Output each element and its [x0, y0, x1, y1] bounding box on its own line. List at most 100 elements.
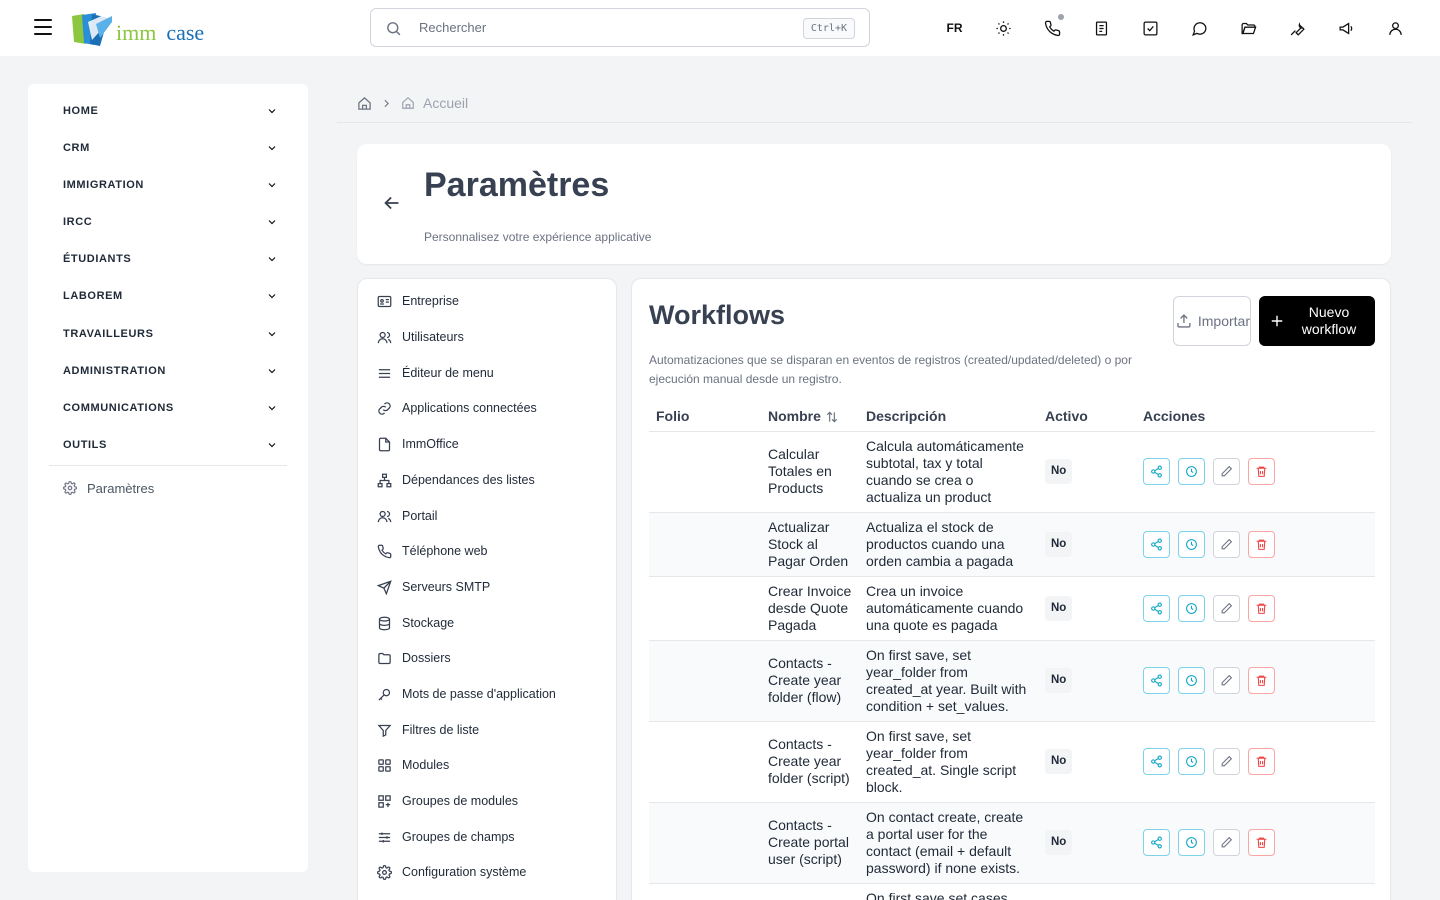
- history-button[interactable]: [1178, 458, 1205, 485]
- nav-item-travailleurs[interactable]: TRAVAILLEURS: [63, 322, 278, 346]
- phone-button[interactable]: [1028, 12, 1077, 44]
- flow-button[interactable]: [1143, 594, 1170, 622]
- settings-item-entreprise[interactable]: Entreprise: [376, 290, 459, 312]
- nav-item-crm[interactable]: CRM: [63, 136, 278, 160]
- nav-item-outils[interactable]: OUTILS: [63, 433, 278, 457]
- nav-item-communications[interactable]: COMMUNICATIONS: [63, 396, 278, 420]
- workflows-title: Workflows: [649, 300, 786, 330]
- settings-item-filtres[interactable]: Filtres de liste: [376, 719, 479, 741]
- table-row[interactable]: Actualizar Stock al Pagar Orden Actualiz…: [649, 512, 1375, 577]
- edit-button[interactable]: [1213, 530, 1240, 558]
- user-menu-button[interactable]: [1371, 12, 1420, 44]
- column-header-folio[interactable]: Folio: [649, 403, 761, 432]
- settings-item-applications[interactable]: Applications connectées: [376, 397, 537, 419]
- nav-item-parametres[interactable]: Paramètres: [63, 477, 154, 499]
- key-icon: [377, 688, 390, 701]
- edit-button[interactable]: [1213, 458, 1240, 485]
- tools-button[interactable]: [1273, 12, 1322, 44]
- workflows-table: Folio Nombre Descripción Activo Acciones…: [649, 403, 1375, 900]
- cell-folio: [649, 512, 761, 577]
- edit-button[interactable]: [1213, 829, 1240, 856]
- nav-item-home[interactable]: HOME: [63, 99, 278, 123]
- nav-item-laborem[interactable]: LABOREM: [63, 284, 278, 308]
- nav-item-ircc[interactable]: IRCC: [63, 210, 278, 234]
- nav-item-immigration[interactable]: IMMIGRATION: [63, 173, 278, 197]
- table-row[interactable]: Contacts - Create year folder (flow) On …: [649, 640, 1375, 722]
- settings-item-utilisateurs[interactable]: Utilisateurs: [376, 326, 464, 348]
- new-workflow-button[interactable]: Nuevo workflow: [1259, 296, 1375, 346]
- edit-button[interactable]: [1213, 667, 1240, 694]
- settings-item-smtp[interactable]: Serveurs SMTP: [376, 576, 490, 598]
- settings-item-groupes-modules[interactable]: Groupes de modules: [376, 790, 518, 812]
- delete-button[interactable]: [1248, 667, 1275, 694]
- cell-descripcion: Crea un invoice automáticamente cuando u…: [859, 576, 1038, 641]
- theme-toggle[interactable]: [979, 12, 1028, 44]
- delete-button[interactable]: [1248, 748, 1275, 775]
- back-arrow-icon[interactable]: [381, 192, 403, 214]
- tasks-button[interactable]: [1126, 12, 1175, 44]
- table-row[interactable]: On first save set cases name from contac…: [649, 883, 1375, 900]
- settings-item-portail[interactable]: Portail: [376, 505, 437, 527]
- chevron-down-icon: [268, 406, 276, 411]
- table-row[interactable]: Contacts - Create year folder (script) O…: [649, 721, 1375, 803]
- history-button[interactable]: [1178, 748, 1205, 775]
- menu-toggle-icon[interactable]: [34, 16, 56, 38]
- search-input[interactable]: [419, 9, 799, 46]
- megaphone-icon: [1339, 21, 1353, 35]
- settings-item-editeur-menu[interactable]: Éditeur de menu: [376, 362, 494, 384]
- nav-label: IMMIGRATION: [63, 179, 144, 191]
- grid-group-icon: [377, 794, 391, 808]
- edit-button[interactable]: [1213, 748, 1240, 775]
- delete-button[interactable]: [1248, 530, 1275, 558]
- delete-button[interactable]: [1248, 829, 1275, 856]
- chevron-down-icon: [268, 294, 276, 299]
- language-switcher[interactable]: FR: [930, 12, 979, 44]
- home-icon[interactable]: [357, 96, 372, 111]
- column-header-activo[interactable]: Activo: [1038, 403, 1136, 432]
- folder-button[interactable]: [1224, 12, 1273, 44]
- settings-item-configuration[interactable]: Configuration système: [376, 861, 526, 883]
- history-button[interactable]: [1178, 829, 1205, 856]
- settings-item-dependances[interactable]: Dépendances des listes: [376, 469, 535, 491]
- settings-item-groupes-champs[interactable]: Groupes de champs: [376, 826, 515, 848]
- settings-item-stockage[interactable]: Stockage: [376, 612, 454, 634]
- cell-activo: [1038, 883, 1136, 900]
- cell-folio: [649, 640, 761, 722]
- sort-icon[interactable]: [825, 410, 839, 424]
- delete-button[interactable]: [1248, 458, 1275, 485]
- settings-item-immoffice[interactable]: ImmOffice: [376, 433, 459, 455]
- chat-button[interactable]: [1175, 12, 1224, 44]
- logo[interactable]: imm case: [70, 10, 204, 46]
- edit-button[interactable]: [1213, 594, 1240, 622]
- flow-button[interactable]: [1143, 530, 1170, 558]
- delete-button[interactable]: [1248, 594, 1275, 622]
- flow-button[interactable]: [1143, 667, 1170, 694]
- history-button[interactable]: [1178, 530, 1205, 558]
- notes-button[interactable]: [1077, 12, 1126, 44]
- settings-item-modules[interactable]: Modules: [376, 754, 449, 776]
- cell-folio: [649, 883, 761, 900]
- table-row[interactable]: Calcular Totales en Products Calcula aut…: [649, 431, 1375, 513]
- home-icon: [402, 96, 414, 109]
- flow-button[interactable]: [1143, 748, 1170, 775]
- history-button[interactable]: [1178, 667, 1205, 694]
- import-button[interactable]: Importar: [1173, 296, 1251, 346]
- settings-item-dossiers[interactable]: Dossiers: [376, 647, 451, 669]
- table-row[interactable]: Crear Invoice desde Quote Pagada Crea un…: [649, 576, 1375, 641]
- column-header-nombre[interactable]: Nombre: [761, 403, 859, 432]
- language-label: FR: [946, 21, 963, 35]
- settings-item-telephone[interactable]: Téléphone web: [376, 540, 487, 562]
- announcements-button[interactable]: [1322, 12, 1371, 44]
- flow-button[interactable]: [1143, 458, 1170, 485]
- settings-item-mots-de-passe[interactable]: Mots de passe d'application: [376, 683, 556, 705]
- flow-button[interactable]: [1143, 829, 1170, 856]
- column-header-descripcion[interactable]: Descripción: [859, 403, 1038, 432]
- clock-icon: [1186, 466, 1197, 477]
- cell-descripcion: Actualiza el stock de productos cuando u…: [859, 512, 1038, 577]
- global-search[interactable]: Ctrl+K: [370, 8, 870, 47]
- table-row[interactable]: Contacts - Create portal user (script) O…: [649, 802, 1375, 884]
- nav-label: Paramètres: [87, 480, 155, 496]
- history-button[interactable]: [1178, 594, 1205, 622]
- nav-item-administration[interactable]: ADMINISTRATION: [63, 359, 278, 383]
- nav-item-etudiants[interactable]: ÉTUDIANTS: [63, 247, 278, 271]
